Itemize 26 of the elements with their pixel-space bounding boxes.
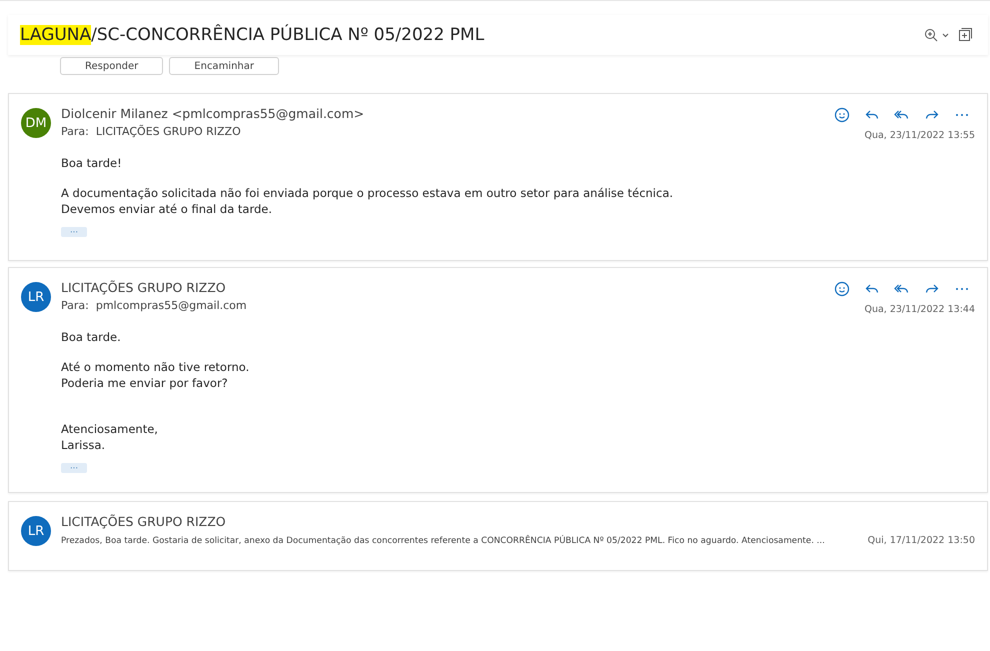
message-preview: Prezados, Boa tarde. Gostaria de solicitar, anexo da Documentação das concorrentes referente a CONCORRÊNCIA PÚBLICA Nº 05/2022 PML. Fico no aguardo. Atenciosamente. ... bbox=[61, 536, 825, 546]
expand-icon[interactable] bbox=[958, 28, 972, 42]
forward-button[interactable]: Encaminhar bbox=[169, 57, 279, 75]
avatar: LR bbox=[21, 282, 51, 312]
emoji-icon[interactable] bbox=[833, 280, 851, 298]
zoom-icon[interactable] bbox=[924, 28, 950, 42]
avatar: LR bbox=[21, 516, 51, 546]
recipient: Para: pmlcompras55@gmail.com bbox=[61, 299, 247, 312]
message-date: Qui, 17/11/2022 13:50 bbox=[868, 535, 975, 546]
show-more-button[interactable]: ··· bbox=[61, 463, 87, 473]
emoji-icon[interactable] bbox=[833, 106, 851, 124]
message-paragraph: Até o momento não tive retorno. Poderia me enviar por favor? bbox=[61, 359, 250, 391]
message-paragraph: A documentação solicitada não foi enviada porque o processo estava em outro setor para análise técnica. Devemos enviar até o final da tarde. bbox=[61, 185, 674, 217]
message-date: Qua, 23/11/2022 13:55 bbox=[863, 130, 975, 141]
message-date: Qua, 23/11/2022 13:44 bbox=[863, 304, 975, 315]
subject-title: LAGUNA/SC-CONCORRÊNCIA PÚBLICA Nº 05/2022 PML bbox=[20, 25, 486, 45]
sender-name: LICITAÇÕES GRUPO RIZZO bbox=[61, 280, 227, 295]
show-more-button[interactable]: ··· bbox=[61, 227, 87, 237]
message-paragraph: Atenciosamente, Larissa. bbox=[61, 421, 159, 453]
sender-name: Diolcenir Milanez <pmlcompras55@gmail.com> bbox=[61, 106, 364, 121]
recipient: Para: LICITAÇÕES GRUPO RIZZO bbox=[61, 125, 242, 138]
avatar: DM bbox=[21, 108, 51, 138]
message-paragraph: Boa tarde! bbox=[61, 155, 123, 171]
sender-name: LICITAÇÕES GRUPO RIZZO bbox=[61, 514, 227, 529]
reply-button[interactable]: Responder bbox=[60, 57, 164, 75]
message-paragraph: Boa tarde. bbox=[61, 329, 122, 345]
